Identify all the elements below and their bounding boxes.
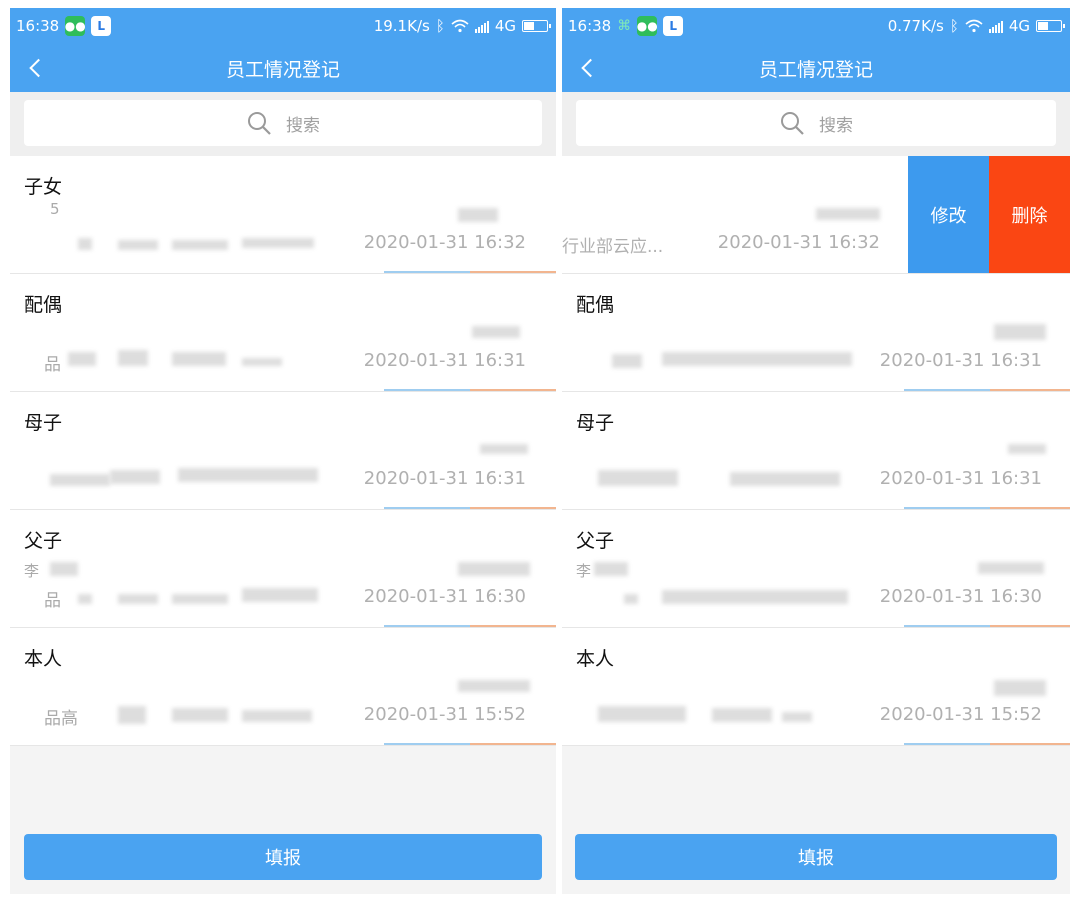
relation-label: 父子 <box>576 530 615 552</box>
search-placeholder: 搜索 <box>819 115 853 136</box>
wechat-icon: ●● <box>637 16 658 36</box>
submit-button[interactable]: 填报 <box>24 834 542 880</box>
record-list: 子女 5 2020-01-31 16:32 配偶 品 2020-01-31 16… <box>10 156 556 746</box>
list-item[interactable]: 配偶 品 2020-01-31 16:31 <box>10 274 556 392</box>
relation-label: 父子 <box>24 530 63 552</box>
relation-label: 子女 <box>24 176 63 198</box>
record-timestamp: 2020-01-31 16:31 <box>363 350 526 371</box>
list-item[interactable]: 父子 李 品 2020-01-31 16:30 <box>10 510 556 628</box>
list-item-swiped[interactable]: 行业部云应... 2020-01-31 16:32 修改 删除 <box>562 156 1070 274</box>
record-timestamp: 2020-01-31 15:52 <box>879 704 1042 725</box>
record-list: 行业部云应... 2020-01-31 16:32 修改 删除 配偶 2020-… <box>562 156 1070 746</box>
wifi-icon <box>965 19 983 33</box>
page-title: 员工情况登记 <box>225 58 340 81</box>
search-placeholder: 搜索 <box>286 115 320 136</box>
net-speed: 0.77K/s <box>887 17 944 35</box>
record-detail: 品 <box>44 591 61 611</box>
search-bar: 搜索 <box>10 92 556 156</box>
relation-label: 配偶 <box>24 294 63 316</box>
record-detail: 品高 <box>44 709 78 729</box>
bluetooth-icon: ᛒ <box>435 17 445 35</box>
relation-label: 本人 <box>576 648 615 670</box>
relation-label: 母子 <box>576 412 615 434</box>
list-item[interactable]: 本人 品高 2020-01-31 15:52 <box>10 628 556 746</box>
search-input[interactable]: 搜索 <box>24 100 542 146</box>
battery-icon <box>522 20 551 32</box>
footer: 填报 <box>10 828 556 894</box>
battery-icon <box>1036 20 1065 32</box>
footer: 填报 <box>562 828 1070 894</box>
bluetooth-icon: ᛒ <box>949 17 959 35</box>
list-item[interactable]: 子女 5 2020-01-31 16:32 <box>10 156 556 274</box>
record-timestamp: 2020-01-31 16:31 <box>879 350 1042 371</box>
app-l-icon: L <box>91 16 112 36</box>
submit-button[interactable]: 填报 <box>575 834 1057 880</box>
record-timestamp: 2020-01-31 16:30 <box>879 586 1042 607</box>
swipe-actions: 修改 删除 <box>908 156 1070 273</box>
signal-icon <box>474 19 489 33</box>
record-timestamp: 2020-01-31 16:32 <box>363 232 526 253</box>
network-type: 4G <box>1008 17 1030 35</box>
nav-bar: 员工情况登记 <box>10 44 556 92</box>
page-title: 员工情况登记 <box>758 58 873 81</box>
search-icon <box>248 112 271 135</box>
network-type: 4G <box>494 17 516 35</box>
record-detail: 李 <box>24 562 40 580</box>
app-l-icon: L <box>663 16 684 36</box>
list-item[interactable]: 配偶 2020-01-31 16:31 <box>562 274 1070 392</box>
nav-bar: 员工情况登记 <box>562 44 1070 92</box>
wifi-icon <box>451 19 469 33</box>
list-item[interactable]: 母子 2020-01-31 16:31 <box>10 392 556 510</box>
back-icon[interactable] <box>29 58 48 78</box>
clock: 16:38 <box>568 17 612 35</box>
list-item[interactable]: 母子 2020-01-31 16:31 <box>562 392 1070 510</box>
search-icon <box>781 112 804 135</box>
phone-screen-right: 16:38 ⌘ ●● L 0.77K/s ᛒ 4G 员工情况登记 搜索 行业部云… <box>562 8 1070 894</box>
usb-icon: ⌘ <box>617 18 632 34</box>
back-icon[interactable] <box>581 58 600 78</box>
signal-icon <box>988 19 1003 33</box>
record-detail: 行业部云应... <box>562 237 664 257</box>
record-detail: 5 <box>50 200 60 218</box>
wechat-icon: ●● <box>65 16 86 36</box>
record-timestamp: 2020-01-31 16:32 <box>717 232 880 253</box>
record-detail: 品 <box>44 355 61 375</box>
clock: 16:38 <box>16 17 60 35</box>
relation-label: 本人 <box>24 648 63 670</box>
relation-label: 母子 <box>24 412 63 434</box>
record-timestamp: 2020-01-31 16:31 <box>363 468 526 489</box>
list-item[interactable]: 父子 李 2020-01-31 16:30 <box>562 510 1070 628</box>
search-input[interactable]: 搜索 <box>576 100 1056 146</box>
relation-label: 配偶 <box>576 294 615 316</box>
record-timestamp: 2020-01-31 16:30 <box>363 586 526 607</box>
status-bar: 16:38 ⌘ ●● L 0.77K/s ᛒ 4G <box>562 8 1070 44</box>
status-bar: 16:38 ●● L 19.1K/s ᛒ 4G <box>10 8 556 44</box>
record-detail: 李 <box>576 562 592 580</box>
net-speed: 19.1K/s <box>373 17 430 35</box>
record-timestamp: 2020-01-31 16:31 <box>879 468 1042 489</box>
delete-button[interactable]: 删除 <box>989 156 1070 273</box>
edit-button[interactable]: 修改 <box>908 156 989 273</box>
record-timestamp: 2020-01-31 15:52 <box>363 704 526 725</box>
list-item[interactable]: 本人 2020-01-31 15:52 <box>562 628 1070 746</box>
phone-screen-left: 16:38 ●● L 19.1K/s ᛒ 4G 员工情况登记 搜索 子女 5 2… <box>10 8 556 894</box>
search-bar: 搜索 <box>562 92 1070 156</box>
